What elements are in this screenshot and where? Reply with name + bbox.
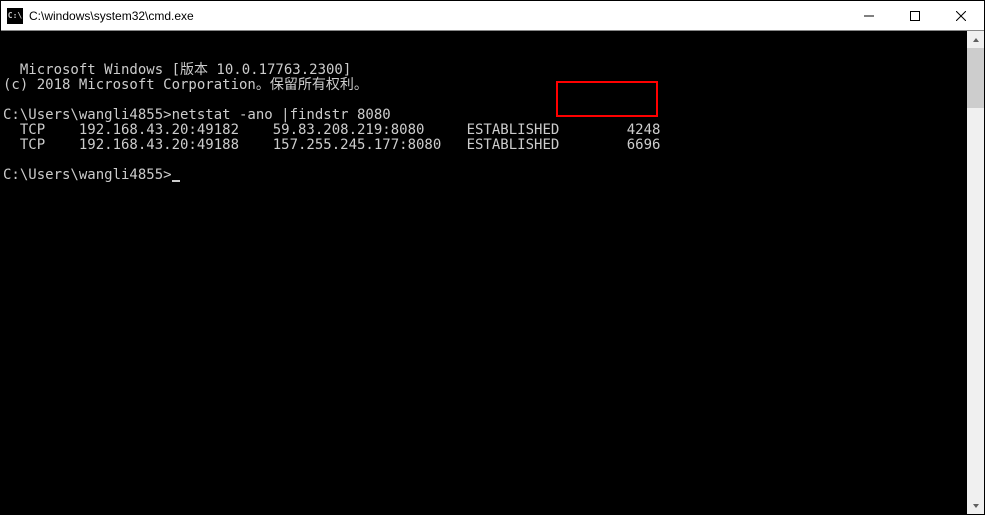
terminal-area: Microsoft Windows [版本 10.0.17763.2300] (…: [1, 31, 984, 514]
window-controls: [846, 1, 984, 30]
vertical-scrollbar[interactable]: [967, 31, 984, 514]
scroll-up-button[interactable]: [967, 31, 984, 48]
scroll-down-button[interactable]: [967, 497, 984, 514]
window-titlebar[interactable]: C:\ C:\windows\system32\cmd.exe: [1, 1, 984, 31]
close-button[interactable]: [938, 1, 984, 30]
cmd-icon: C:\: [7, 8, 23, 24]
cursor: [172, 180, 180, 182]
current-prompt: C:\Users\wangli4855>: [3, 167, 172, 183]
scroll-thumb[interactable]: [967, 48, 984, 108]
maximize-button[interactable]: [892, 1, 938, 30]
pid-highlight-box: [556, 81, 658, 117]
minimize-button[interactable]: [846, 1, 892, 30]
terminal[interactable]: Microsoft Windows [版本 10.0.17763.2300] (…: [1, 31, 967, 514]
terminal-output: Microsoft Windows [版本 10.0.17763.2300] (…: [3, 62, 660, 153]
window-title: C:\windows\system32\cmd.exe: [29, 9, 846, 23]
